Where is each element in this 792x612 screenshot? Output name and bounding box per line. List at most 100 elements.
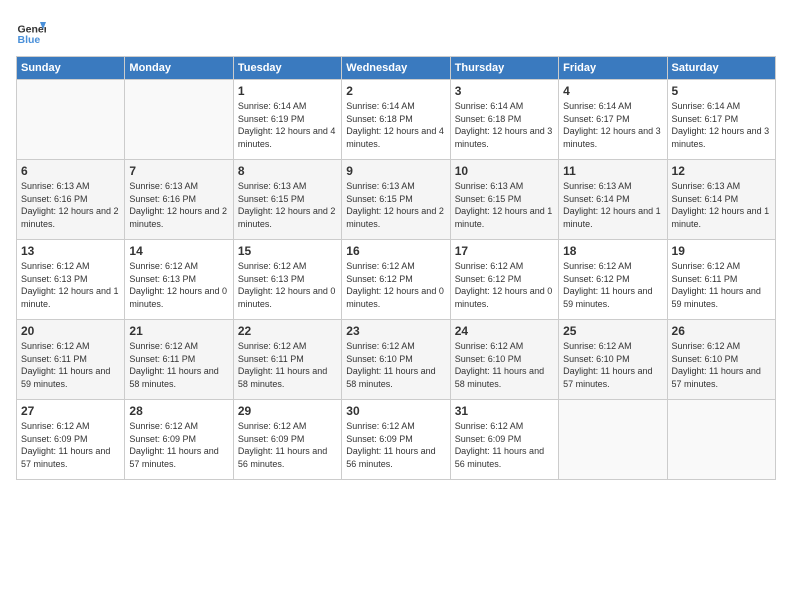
day-number: 24 bbox=[455, 324, 554, 338]
day-cell: 31 Sunrise: 6:12 AMSunset: 6:09 PMDayligh… bbox=[450, 400, 558, 480]
day-info: Sunrise: 6:12 AMSunset: 6:09 PMDaylight:… bbox=[455, 420, 554, 470]
day-number: 28 bbox=[129, 404, 228, 418]
day-cell: 20Sunrise: 6:12 AMSunset: 6:11 PMDayligh… bbox=[17, 320, 125, 400]
col-header-thursday: Thursday bbox=[450, 57, 558, 80]
day-cell: 24 Sunrise: 6:12 AMSunset: 6:10 PMDayligh… bbox=[450, 320, 558, 400]
week-row-2: 6 Sunrise: 6:13 AMSunset: 6:16 PMDaylight… bbox=[17, 160, 776, 240]
col-header-wednesday: Wednesday bbox=[342, 57, 450, 80]
day-cell: 13 Sunrise: 6:12 AMSunset: 6:13 PMDayligh… bbox=[17, 240, 125, 320]
day-number: 23 bbox=[346, 324, 445, 338]
day-cell bbox=[17, 80, 125, 160]
day-cell bbox=[559, 400, 667, 480]
day-cell: 29 Sunrise: 6:12 AMSunset: 6:09 PMDayligh… bbox=[233, 400, 341, 480]
day-info: Sunrise: 6:12 AMSunset: 6:10 PMDaylight:… bbox=[672, 340, 771, 390]
day-cell bbox=[125, 80, 233, 160]
day-info: Sunrise: 6:13 AMSunset: 6:15 PMDaylight:… bbox=[238, 180, 337, 230]
day-cell: 18 Sunrise: 6:12 AMSunset: 6:12 PMDayligh… bbox=[559, 240, 667, 320]
day-info: Sunrise: 6:14 AMSunset: 6:18 PMDaylight:… bbox=[346, 100, 445, 150]
day-number: 18 bbox=[563, 244, 662, 258]
day-info: Sunrise: 6:14 AMSunset: 6:17 PMDaylight:… bbox=[672, 100, 771, 150]
day-number: 3 bbox=[455, 84, 554, 98]
day-number: 22 bbox=[238, 324, 337, 338]
page-header: General Blue bbox=[16, 16, 776, 46]
col-header-monday: Monday bbox=[125, 57, 233, 80]
day-info: Sunrise: 6:12 AMSunset: 6:10 PMDaylight:… bbox=[455, 340, 554, 390]
day-cell bbox=[667, 400, 775, 480]
day-number: 26 bbox=[672, 324, 771, 338]
day-cell: 6 Sunrise: 6:13 AMSunset: 6:16 PMDaylight… bbox=[17, 160, 125, 240]
day-cell: 19 Sunrise: 6:12 AMSunset: 6:11 PMDayligh… bbox=[667, 240, 775, 320]
day-info: Sunrise: 6:14 AMSunset: 6:17 PMDaylight:… bbox=[563, 100, 662, 150]
day-info: Sunrise: 6:12 AMSunset: 6:09 PMDaylight:… bbox=[346, 420, 445, 470]
day-info: Sunrise: 6:14 AMSunset: 6:19 PMDaylight:… bbox=[238, 100, 337, 150]
day-info: Sunrise: 6:13 AMSunset: 6:14 PMDaylight:… bbox=[563, 180, 662, 230]
day-number: 11 bbox=[563, 164, 662, 178]
day-number: 19 bbox=[672, 244, 771, 258]
day-number: 15 bbox=[238, 244, 337, 258]
day-info: Sunrise: 6:12 AMSunset: 6:09 PMDaylight:… bbox=[238, 420, 337, 470]
col-header-sunday: Sunday bbox=[17, 57, 125, 80]
day-number: 6 bbox=[21, 164, 120, 178]
day-info: Sunrise: 6:12 AMSunset: 6:10 PMDaylight:… bbox=[346, 340, 445, 390]
col-header-friday: Friday bbox=[559, 57, 667, 80]
day-cell: 2 Sunrise: 6:14 AMSunset: 6:18 PMDaylight… bbox=[342, 80, 450, 160]
day-cell: 28Sunrise: 6:12 AMSunset: 6:09 PMDayligh… bbox=[125, 400, 233, 480]
day-number: 7 bbox=[129, 164, 228, 178]
day-info: Sunrise: 6:12 AMSunset: 6:12 PMDaylight:… bbox=[563, 260, 662, 310]
day-info: Sunrise: 6:14 AMSunset: 6:18 PMDaylight:… bbox=[455, 100, 554, 150]
day-cell: 25 Sunrise: 6:12 AMSunset: 6:10 PMDayligh… bbox=[559, 320, 667, 400]
day-info: Sunrise: 6:12 AMSunset: 6:12 PMDaylight:… bbox=[455, 260, 554, 310]
calendar-table: SundayMondayTuesdayWednesdayThursdayFrid… bbox=[16, 56, 776, 480]
day-number: 12 bbox=[672, 164, 771, 178]
day-cell: 27Sunrise: 6:12 AMSunset: 6:09 PMDayligh… bbox=[17, 400, 125, 480]
svg-text:Blue: Blue bbox=[18, 34, 41, 46]
day-number: 10 bbox=[455, 164, 554, 178]
day-info: Sunrise: 6:12 AMSunset: 6:13 PMDaylight:… bbox=[129, 260, 228, 310]
day-number: 31 bbox=[455, 404, 554, 418]
day-info: Sunrise: 6:13 AMSunset: 6:16 PMDaylight:… bbox=[129, 180, 228, 230]
day-cell: 21Sunrise: 6:12 AMSunset: 6:11 PMDayligh… bbox=[125, 320, 233, 400]
day-number: 27 bbox=[21, 404, 120, 418]
logo: General Blue bbox=[16, 16, 46, 46]
day-info: Sunrise: 6:12 AMSunset: 6:12 PMDaylight:… bbox=[346, 260, 445, 310]
day-cell: 9Sunrise: 6:13 AMSunset: 6:15 PMDaylight… bbox=[342, 160, 450, 240]
week-row-3: 13 Sunrise: 6:12 AMSunset: 6:13 PMDayligh… bbox=[17, 240, 776, 320]
day-number: 30 bbox=[346, 404, 445, 418]
day-number: 14 bbox=[129, 244, 228, 258]
day-number: 16 bbox=[346, 244, 445, 258]
day-info: Sunrise: 6:12 AMSunset: 6:10 PMDaylight:… bbox=[563, 340, 662, 390]
day-info: Sunrise: 6:13 AMSunset: 6:14 PMDaylight:… bbox=[672, 180, 771, 230]
day-cell: 12 Sunrise: 6:13 AMSunset: 6:14 PMDayligh… bbox=[667, 160, 775, 240]
day-number: 25 bbox=[563, 324, 662, 338]
day-info: Sunrise: 6:12 AMSunset: 6:11 PMDaylight:… bbox=[672, 260, 771, 310]
day-cell: 7 Sunrise: 6:13 AMSunset: 6:16 PMDaylight… bbox=[125, 160, 233, 240]
day-info: Sunrise: 6:13 AMSunset: 6:15 PMDaylight:… bbox=[455, 180, 554, 230]
col-header-saturday: Saturday bbox=[667, 57, 775, 80]
day-cell: 14 Sunrise: 6:12 AMSunset: 6:13 PMDayligh… bbox=[125, 240, 233, 320]
day-cell: 23 Sunrise: 6:12 AMSunset: 6:10 PMDayligh… bbox=[342, 320, 450, 400]
day-cell: 4Sunrise: 6:14 AMSunset: 6:17 PMDaylight… bbox=[559, 80, 667, 160]
day-info: Sunrise: 6:12 AMSunset: 6:13 PMDaylight:… bbox=[21, 260, 120, 310]
day-cell: 3 Sunrise: 6:14 AMSunset: 6:18 PMDaylight… bbox=[450, 80, 558, 160]
day-number: 21 bbox=[129, 324, 228, 338]
week-row-4: 20 Sunrise: 6:12 AMSunset: 6:11 PMDayligh… bbox=[17, 320, 776, 400]
day-cell: 8Sunrise: 6:13 AMSunset: 6:15 PMDaylight… bbox=[233, 160, 341, 240]
day-number: 9 bbox=[346, 164, 445, 178]
day-number: 5 bbox=[672, 84, 771, 98]
logo-icon: General Blue bbox=[16, 16, 46, 46]
day-info: Sunrise: 6:12 AMSunset: 6:11 PMDaylight:… bbox=[238, 340, 337, 390]
calendar-body: 1Sunrise: 6:14 AMSunset: 6:19 PMDaylight… bbox=[17, 80, 776, 480]
day-cell: 10 Sunrise: 6:13 AMSunset: 6:15 PMDayligh… bbox=[450, 160, 558, 240]
day-number: 13 bbox=[21, 244, 120, 258]
day-info: Sunrise: 6:13 AMSunset: 6:16 PMDaylight:… bbox=[21, 180, 120, 230]
day-cell: 30 Sunrise: 6:12 AMSunset: 6:09 PMDayligh… bbox=[342, 400, 450, 480]
day-number: 29 bbox=[238, 404, 337, 418]
day-number: 20 bbox=[21, 324, 120, 338]
day-info: Sunrise: 6:12 AMSunset: 6:13 PMDaylight:… bbox=[238, 260, 337, 310]
day-number: 2 bbox=[346, 84, 445, 98]
day-cell: 26 Sunrise: 6:12 AMSunset: 6:10 PMDayligh… bbox=[667, 320, 775, 400]
day-number: 17 bbox=[455, 244, 554, 258]
col-header-tuesday: Tuesday bbox=[233, 57, 341, 80]
day-cell: 1Sunrise: 6:14 AMSunset: 6:19 PMDaylight… bbox=[233, 80, 341, 160]
day-cell: 5 Sunrise: 6:14 AMSunset: 6:17 PMDaylight… bbox=[667, 80, 775, 160]
